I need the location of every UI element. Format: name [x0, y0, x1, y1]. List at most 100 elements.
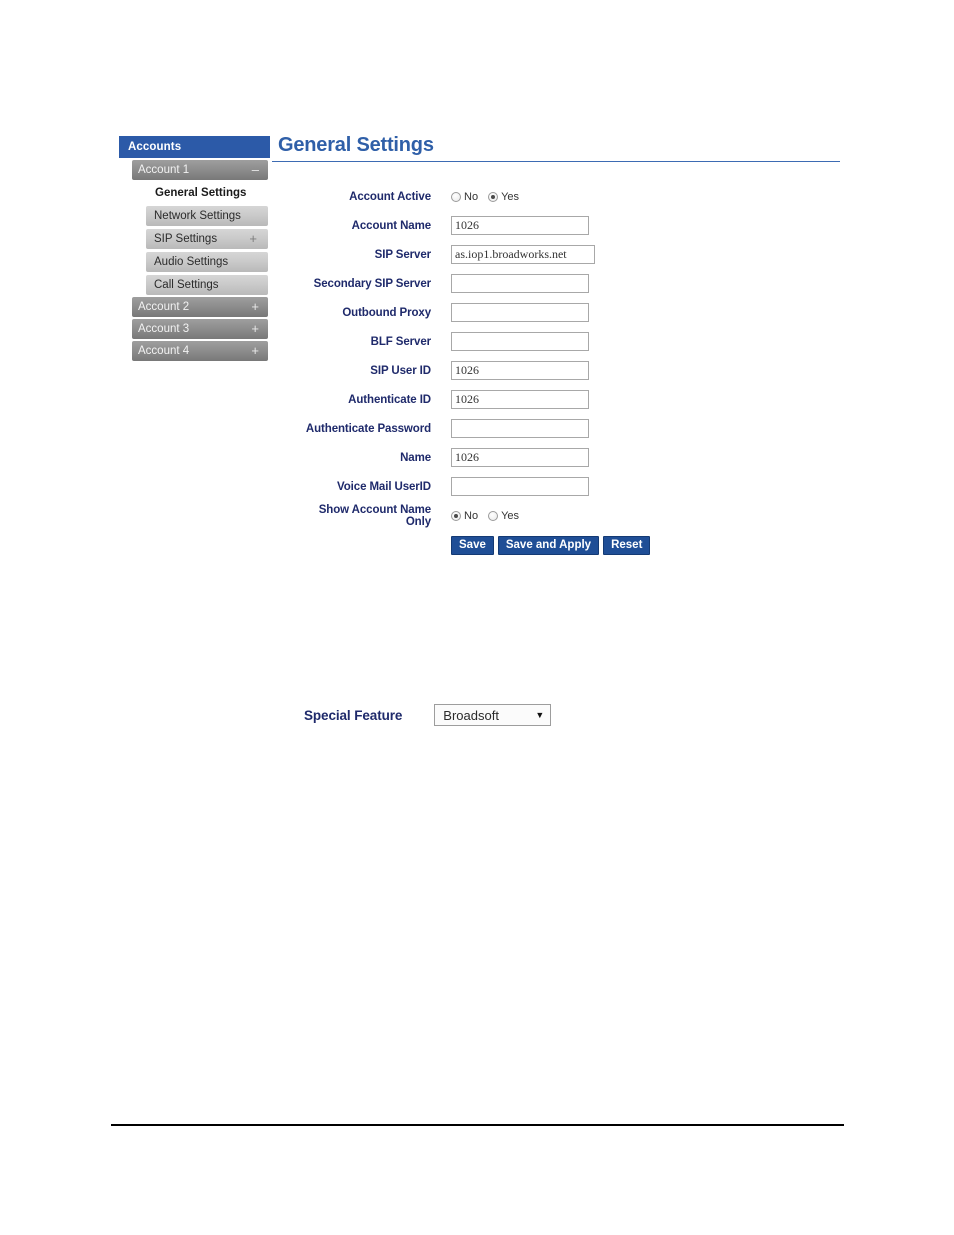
form-row: SIP Server — [300, 240, 720, 269]
radio-button[interactable] — [488, 191, 499, 202]
collapse-icon[interactable]: – — [252, 160, 259, 180]
radio-button[interactable] — [488, 510, 499, 521]
voice-mail-userid-input[interactable] — [451, 477, 589, 496]
save-button[interactable]: Save — [451, 535, 494, 555]
field-label: Authenticate ID — [348, 393, 431, 406]
reset-button[interactable]: Reset — [603, 535, 651, 555]
sidebar-group-label: Account 4 — [138, 345, 190, 357]
expand-icon[interactable]: + — [251, 297, 259, 317]
title-underline — [272, 161, 840, 162]
sidebar-item-call-settings[interactable]: Call Settings — [146, 275, 268, 295]
field-control — [451, 245, 720, 264]
form-row: BLF Server — [300, 327, 720, 356]
sidebar-group-account-2[interactable]: Account 2 + — [132, 297, 268, 317]
form-row: Secondary SIP Server — [300, 269, 720, 298]
sidebar-group-label: Account 3 — [138, 323, 190, 335]
field-control — [451, 448, 720, 467]
special-feature-value: Broadsoft — [443, 707, 499, 723]
expand-icon[interactable]: + — [251, 341, 259, 361]
sidebar-header: Accounts — [119, 136, 270, 158]
field-control — [451, 419, 720, 438]
form-row: Voice Mail UserID — [300, 472, 720, 501]
form-buttons: Save Save and Apply Reset — [451, 535, 651, 555]
sip-user-id-input[interactable] — [451, 361, 589, 380]
sidebar-item-label: Network Settings — [154, 210, 241, 222]
field-control — [451, 361, 720, 380]
field-control: No Yes — [451, 191, 720, 203]
field-control: No Yes — [451, 510, 720, 522]
save-and-apply-button[interactable]: Save and Apply — [497, 535, 600, 555]
form-row: Show Account Name Only No Yes — [300, 501, 720, 530]
special-feature-select[interactable]: Broadsoft ▼ — [434, 704, 552, 726]
field-control — [451, 332, 720, 351]
sidebar-group-label: Account 2 — [138, 301, 190, 313]
blf-server-input[interactable] — [451, 332, 589, 351]
special-feature-section: Special Feature Broadsoft ▼ — [304, 704, 552, 726]
form-row: Account Name — [300, 211, 720, 240]
sip-server-input[interactable] — [451, 245, 595, 264]
form-row: Authenticate ID — [300, 385, 720, 414]
field-label: SIP User ID — [370, 364, 431, 377]
special-feature-label: Special Feature — [304, 707, 403, 723]
outbound-proxy-input[interactable] — [451, 303, 589, 322]
form-button-row: Save Save and Apply Reset — [300, 530, 720, 560]
authenticate-password-input[interactable] — [451, 419, 589, 438]
sidebar-item-sip-settings[interactable]: SIP Settings + — [146, 229, 268, 249]
field-control — [451, 477, 720, 496]
field-label: Show Account Name Only — [318, 503, 431, 528]
sidebar-item-audio-settings[interactable]: Audio Settings — [146, 252, 268, 272]
radio-label: Yes — [501, 190, 520, 203]
field-control — [451, 274, 720, 293]
form-row: Authenticate Password — [300, 414, 720, 443]
sidebar-item-label: SIP Settings — [154, 233, 218, 245]
account-active-radio-group: No Yes — [451, 191, 526, 203]
sidebar: Accounts Account 1 – General Settings Netwo… — [119, 136, 270, 361]
radio-button[interactable] — [451, 191, 461, 202]
secondary-sip-server-input[interactable] — [451, 274, 589, 293]
chevron-down-icon: ▼ — [535, 709, 545, 720]
field-label: BLF Server — [370, 335, 431, 348]
field-label: Name — [400, 451, 431, 464]
show-account-name-only-radio-group: No Yes — [451, 510, 526, 522]
sidebar-item-label: Call Settings — [154, 279, 219, 291]
field-control — [451, 303, 720, 322]
field-label: SIP Server — [374, 248, 431, 261]
form-row: Account Active No Yes — [300, 182, 720, 211]
expand-icon[interactable]: + — [251, 319, 259, 339]
field-label: Voice Mail UserID — [337, 480, 431, 493]
sidebar-item-label: General Settings — [155, 187, 247, 199]
form-row: Outbound Proxy — [300, 298, 720, 327]
account-active-option-yes[interactable]: Yes — [488, 191, 519, 203]
sidebar-group-account-3[interactable]: Account 3 + — [132, 319, 268, 339]
radio-label: No — [464, 509, 479, 522]
sidebar-item-network-settings[interactable]: Network Settings — [146, 206, 268, 226]
sidebar-group-label: Account 1 — [138, 164, 190, 176]
authenticate-id-input[interactable] — [451, 390, 589, 409]
sidebar-group-account-1[interactable]: Account 1 – — [132, 160, 268, 180]
expand-icon[interactable]: + — [249, 229, 257, 249]
field-label: Outbound Proxy — [342, 306, 431, 319]
field-label: Secondary SIP Server — [313, 277, 431, 290]
sidebar-item-label: Audio Settings — [154, 256, 229, 268]
field-label: Account Name — [351, 219, 431, 232]
sidebar-group-account-4[interactable]: Account 4 + — [132, 341, 268, 361]
account-active-option-no[interactable]: No — [451, 191, 478, 203]
sidebar-item-general-settings[interactable]: General Settings — [146, 183, 268, 203]
page-title: General Settings — [278, 134, 434, 156]
field-control — [451, 216, 720, 235]
show-account-name-only-option-yes[interactable]: Yes — [488, 510, 519, 522]
form-row: Name — [300, 443, 720, 472]
sidebar-groups: Account 1 – General Settings Network Settin… — [119, 160, 270, 361]
show-account-name-only-option-no[interactable]: No — [451, 510, 478, 522]
general-settings-form: Account Active No Yes Account Name SIP Serve… — [300, 182, 720, 560]
form-rows: Account Active No Yes Account Name SIP Serve… — [300, 182, 720, 530]
form-row: SIP User ID — [300, 356, 720, 385]
footer-divider — [111, 1124, 844, 1126]
field-control — [451, 390, 720, 409]
radio-button[interactable] — [451, 510, 461, 521]
radio-label: No — [464, 190, 479, 203]
account-name-input[interactable] — [451, 216, 589, 235]
name-input[interactable] — [451, 448, 589, 467]
field-label: Authenticate Password — [305, 422, 431, 435]
field-label: Account Active — [349, 190, 431, 203]
